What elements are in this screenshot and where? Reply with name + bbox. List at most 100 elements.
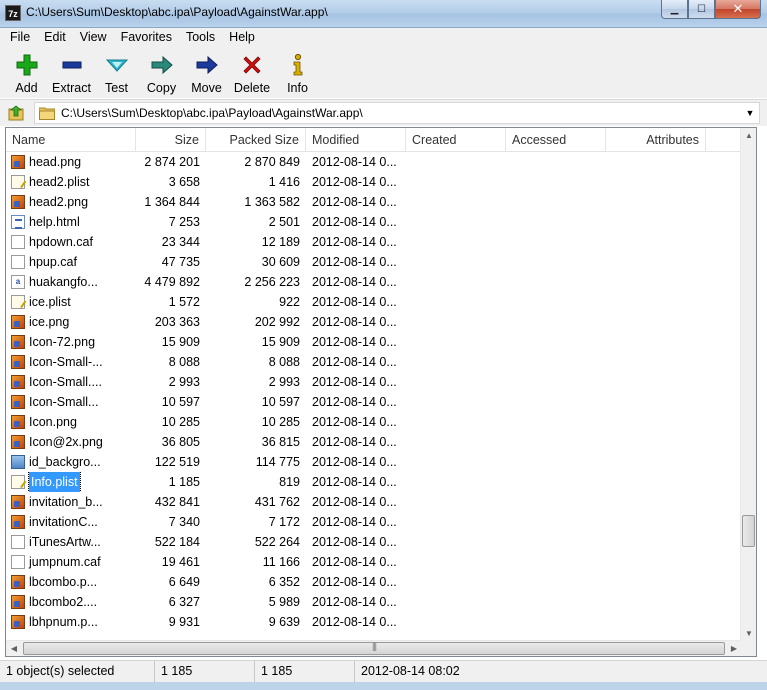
file-size: 19 461 xyxy=(161,555,200,569)
table-row[interactable]: Info.plist 1 185 819 2012-08-14 0... xyxy=(6,472,742,492)
folder-up-button[interactable] xyxy=(8,105,26,121)
table-row[interactable]: invitation_b... 432 841 431 762 2012-08-14 … xyxy=(6,492,742,512)
file-size: 6 327 xyxy=(168,595,200,609)
test-button[interactable]: Test xyxy=(94,47,139,98)
address-bar: C:\Users\Sum\Desktop\abc.ipa\Payload\Aga… xyxy=(0,99,767,126)
menu-file[interactable]: File xyxy=(0,28,37,47)
file-packed-size: 522 264 xyxy=(254,535,300,549)
file-list[interactable]: Name Size Packed Size Modified Created A… xyxy=(5,127,757,657)
file-accessed xyxy=(506,332,606,352)
table-row[interactable]: invitationC... 7 340 7 172 2012-08-14 0... xyxy=(6,512,742,532)
file-packed-size: 2 256 223 xyxy=(244,275,300,289)
table-row[interactable]: Icon-Small-... 8 088 8 088 2012-08-14 0... xyxy=(6,352,742,372)
file-accessed xyxy=(506,272,606,292)
address-dropdown-icon[interactable]: ▼ xyxy=(743,105,757,121)
table-row[interactable]: lbhpnum.p... 9 931 9 639 2012-08-14 0... xyxy=(6,612,742,632)
file-name-cell: lbcombo2.... xyxy=(6,592,136,612)
extract-button[interactable]: Extract xyxy=(49,47,94,98)
file-packed-size: 2 870 849 xyxy=(244,155,300,169)
menu-edit[interactable]: Edit xyxy=(37,28,73,47)
file-size: 15 909 xyxy=(161,335,200,349)
table-row[interactable]: jumpnum.caf 19 461 11 166 2012-08-14 0... xyxy=(6,552,742,572)
table-row[interactable]: Icon-Small... 10 597 10 597 2012-08-14 0... xyxy=(6,392,742,412)
plus-icon xyxy=(14,52,40,78)
table-row[interactable]: head2.png 1 364 844 1 363 582 2012-08-14 0.… xyxy=(6,192,742,212)
delete-button[interactable]: Delete xyxy=(229,47,275,98)
table-row[interactable]: Icon-Small.... 2 993 2 993 2012-08-14 0... xyxy=(6,372,742,392)
table-row[interactable]: ice.plist 1 572 922 2012-08-14 0... xyxy=(6,292,742,312)
column-size[interactable]: Size xyxy=(136,128,206,152)
move-label: Move xyxy=(191,81,222,95)
minus-icon xyxy=(59,52,85,78)
blank-file-icon xyxy=(11,555,25,569)
move-button[interactable]: Move xyxy=(184,47,229,98)
file-modified: 2012-08-14 0... xyxy=(312,595,397,609)
info-button[interactable]: Info xyxy=(275,47,320,98)
folder-icon xyxy=(38,106,56,121)
column-created[interactable]: Created xyxy=(406,128,506,152)
file-modified: 2012-08-14 0... xyxy=(312,315,397,329)
plist-file-icon xyxy=(11,175,25,189)
table-row[interactable]: Icon@2x.png 36 805 36 815 2012-08-14 0... xyxy=(6,432,742,452)
column-modified[interactable]: Modified xyxy=(306,128,406,152)
scroll-up-icon[interactable]: ▲ xyxy=(741,128,756,144)
vertical-scroll-thumb[interactable] xyxy=(742,515,755,547)
file-name-cell: Icon-Small-... xyxy=(6,352,136,372)
table-row[interactable]: head.png 2 874 201 2 870 849 2012-08-14 0..… xyxy=(6,152,742,172)
column-attributes[interactable]: Attributes xyxy=(606,128,706,152)
file-name-cell: Icon-Small... xyxy=(6,392,136,412)
column-packed-size[interactable]: Packed Size xyxy=(206,128,306,152)
file-created xyxy=(406,572,506,592)
copy-button[interactable]: Copy xyxy=(139,47,184,98)
table-row[interactable]: lbcombo2.... 6 327 5 989 2012-08-14 0... xyxy=(6,592,742,612)
image-file-icon xyxy=(11,315,25,329)
file-name: lbcombo2.... xyxy=(29,595,98,609)
file-size: 1 185 xyxy=(168,475,200,489)
file-modified: 2012-08-14 0... xyxy=(312,295,397,309)
file-name: lbcombo.p... xyxy=(29,575,98,589)
table-row[interactable]: hpup.caf 47 735 30 609 2012-08-14 0... xyxy=(6,252,742,272)
table-row[interactable]: ice.png 203 363 202 992 2012-08-14 0... xyxy=(6,312,742,332)
file-name-cell: ice.plist xyxy=(6,292,136,312)
file-name-cell: Info.plist xyxy=(6,472,136,492)
add-button[interactable]: Add xyxy=(4,47,49,98)
title-bar[interactable]: 7z C:\Users\Sum\Desktop\abc.ipa\Payload\… xyxy=(0,0,767,28)
table-row[interactable]: Icon.png 10 285 10 285 2012-08-14 0... xyxy=(6,412,742,432)
file-attributes xyxy=(606,432,706,452)
table-row[interactable]: head2.plist 3 658 1 416 2012-08-14 0... xyxy=(6,172,742,192)
file-name-cell: invitation_b... xyxy=(6,492,136,512)
menu-view[interactable]: View xyxy=(73,28,114,47)
table-row[interactable]: lbcombo.p... 6 649 6 352 2012-08-14 0... xyxy=(6,572,742,592)
file-created xyxy=(406,552,506,572)
file-name: ice.plist xyxy=(29,295,71,309)
vertical-scrollbar[interactable]: ▲ ▼ xyxy=(740,128,756,642)
file-name-cell: invitationC... xyxy=(6,512,136,532)
horizontal-scrollbar[interactable]: ◀ ||| ▶ xyxy=(6,640,742,656)
list-header: Name Size Packed Size Modified Created A… xyxy=(6,128,742,152)
minimize-button[interactable]: ▁ xyxy=(661,0,688,19)
table-row[interactable]: help.html 7 253 2 501 2012-08-14 0... xyxy=(6,212,742,232)
scroll-left-icon[interactable]: ◀ xyxy=(6,641,22,656)
table-row[interactable]: id_backgro... 122 519 114 775 2012-08-14 0.… xyxy=(6,452,742,472)
table-row[interactable]: Icon-72.png 15 909 15 909 2012-08-14 0... xyxy=(6,332,742,352)
delete-x-icon xyxy=(239,52,265,78)
file-size: 4 479 892 xyxy=(144,275,200,289)
column-accessed[interactable]: Accessed xyxy=(506,128,606,152)
table-row[interactable]: a huakangfo... 4 479 892 2 256 223 2012-08-1… xyxy=(6,272,742,292)
close-button[interactable]: ✕ xyxy=(715,0,761,19)
address-field[interactable]: C:\Users\Sum\Desktop\abc.ipa\Payload\Aga… xyxy=(34,102,760,124)
file-name: Icon@2x.png xyxy=(29,435,103,449)
file-accessed xyxy=(506,452,606,472)
menu-help[interactable]: Help xyxy=(222,28,262,47)
column-name[interactable]: Name xyxy=(6,128,136,152)
maximize-button[interactable]: ☐ xyxy=(688,0,715,19)
file-created xyxy=(406,432,506,452)
menu-favorites[interactable]: Favorites xyxy=(114,28,179,47)
horizontal-scroll-thumb[interactable]: ||| xyxy=(23,641,725,655)
app-icon[interactable]: 7z xyxy=(5,5,21,21)
file-name-cell: head.png xyxy=(6,152,136,172)
table-row[interactable]: hpdown.caf 23 344 12 189 2012-08-14 0... xyxy=(6,232,742,252)
menu-tools[interactable]: Tools xyxy=(179,28,222,47)
table-row[interactable]: iTunesArtw... 522 184 522 264 2012-08-14 0.… xyxy=(6,532,742,552)
file-created xyxy=(406,172,506,192)
